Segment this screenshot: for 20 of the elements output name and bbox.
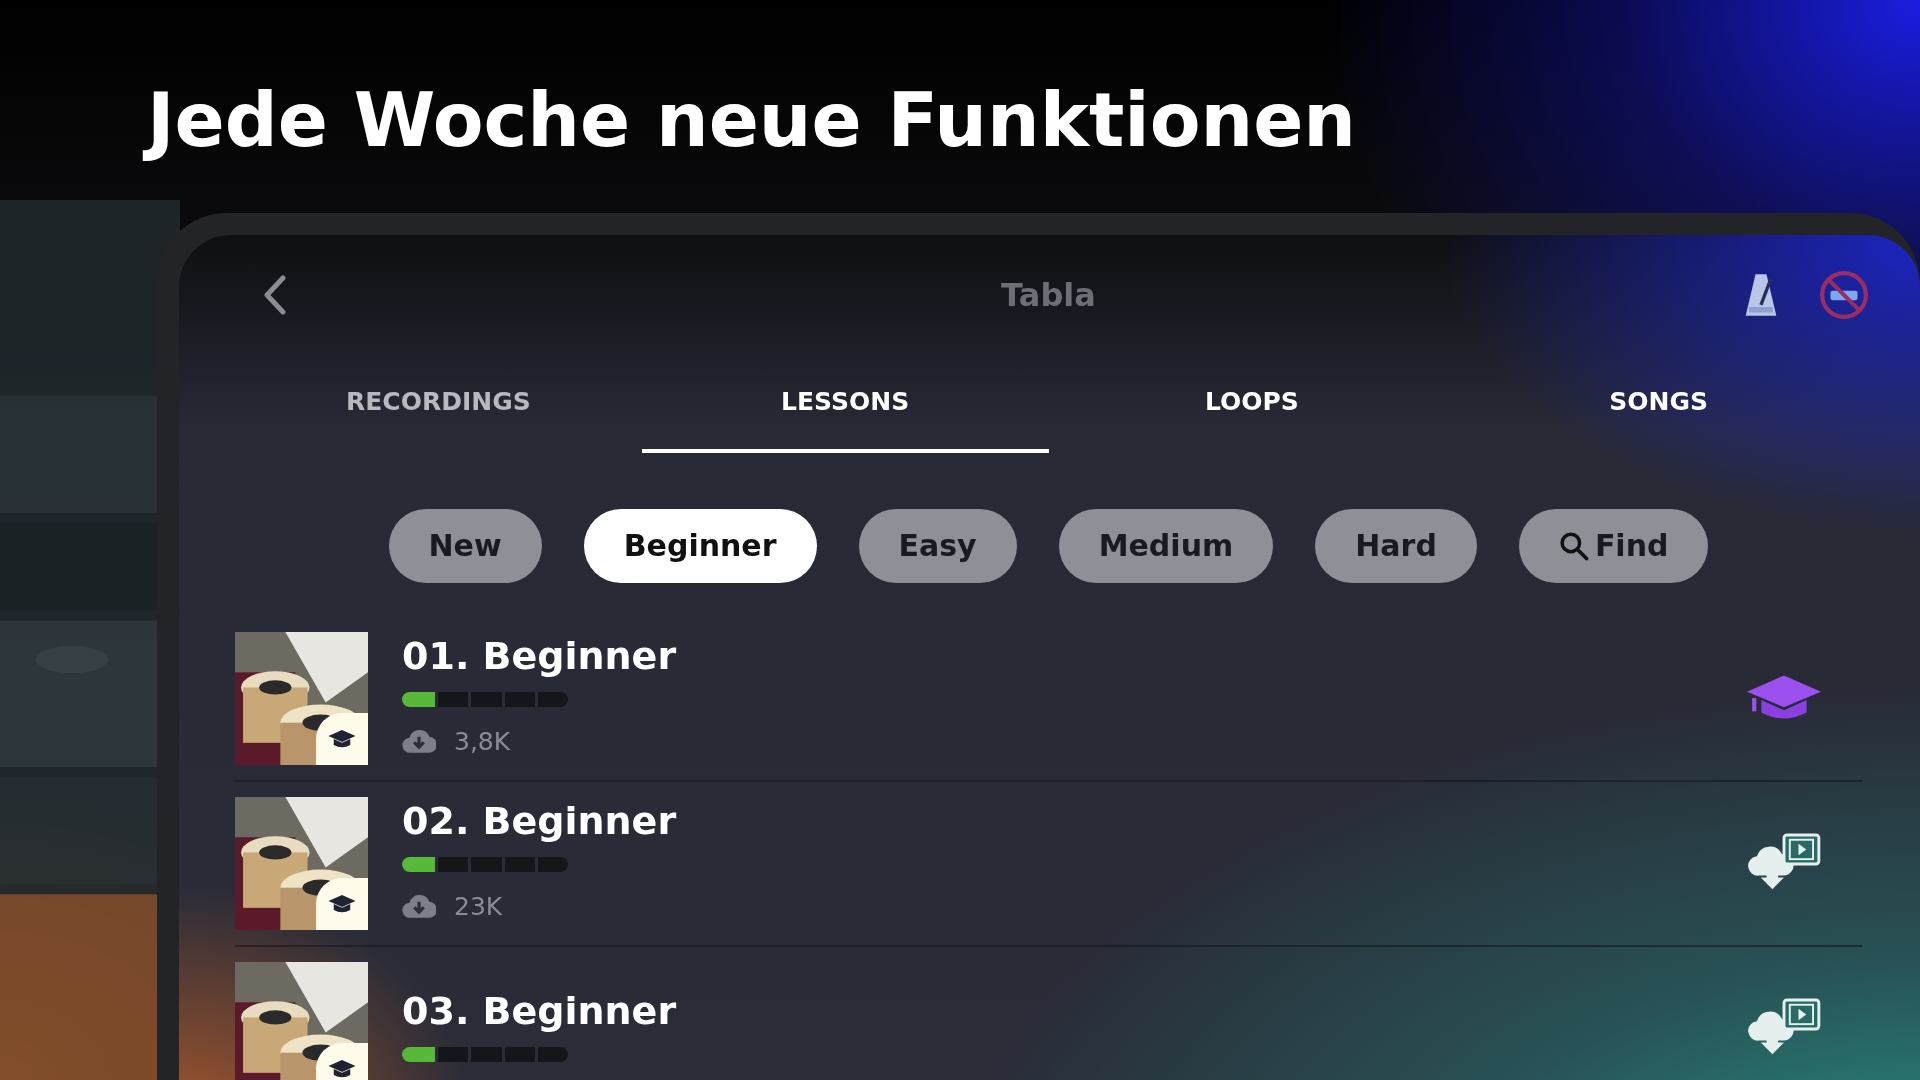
lesson-row[interactable]: 02. Beginner 23K [235, 781, 1862, 947]
tab[interactable]: LOOPS [1048, 354, 1456, 453]
filter-chip[interactable]: Hard [1315, 508, 1477, 583]
lesson-title: 03. Beginner [402, 988, 678, 1033]
download-count: 3,8K [454, 727, 511, 756]
lesson-title: 01. Beginner [402, 634, 678, 678]
tab[interactable]: SONGS [1455, 354, 1862, 453]
headline: Jede Woche neue Funktionen [143, 70, 1363, 177]
lesson-row[interactable]: 03. Beginner [235, 946, 1862, 1080]
tab[interactable]: LESSONS [641, 354, 1049, 453]
screen-title: Tabla [1001, 275, 1096, 314]
lesson-title: 02. Beginner [402, 799, 678, 843]
download-count: 23K [454, 892, 503, 921]
tab[interactable]: RECORDINGS [235, 354, 642, 453]
find-button[interactable]: Find [1518, 508, 1709, 583]
filter-chip[interactable]: Medium [1058, 508, 1274, 583]
filter-chip[interactable]: Beginner [583, 508, 817, 583]
filter-chip[interactable]: New [388, 508, 542, 583]
filter-chip[interactable]: Easy [858, 508, 1017, 583]
lesson-row[interactable]: 01. Beginner 3,8K [235, 616, 1862, 782]
